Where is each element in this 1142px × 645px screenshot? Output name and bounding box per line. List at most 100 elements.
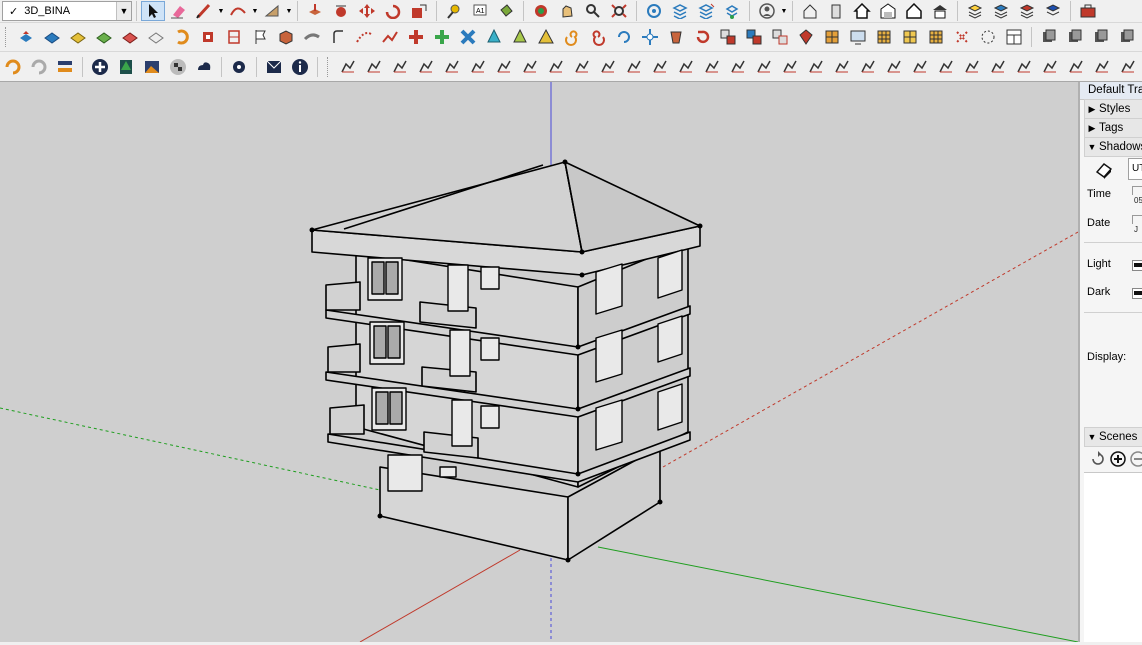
arrows-exchange-icon[interactable] — [52, 54, 78, 80]
curve-red-icon[interactable] — [351, 24, 377, 50]
zoom-extents-icon[interactable] — [606, 1, 632, 21]
timezone-select[interactable]: UTC — [1128, 158, 1142, 180]
cube-wire-icon[interactable] — [517, 54, 543, 80]
clone-icon[interactable] — [1114, 24, 1140, 50]
zoom-tool-icon[interactable] — [580, 1, 606, 21]
plane-cut-icon[interactable] — [1037, 54, 1063, 80]
time-slider[interactable] — [1132, 186, 1142, 195]
sheet-icon[interactable] — [829, 54, 855, 80]
cube-solid-icon[interactable] — [543, 54, 569, 80]
crosshair-icon[interactable] — [637, 24, 663, 50]
panel-styles-header[interactable]: ▶ Styles — [1084, 99, 1142, 119]
extension-warehouse-icon[interactable] — [693, 1, 719, 21]
flag-icon[interactable] — [247, 24, 273, 50]
tree-icon[interactable] — [113, 54, 139, 80]
polyline-icon[interactable] — [335, 54, 361, 80]
extrude-icon[interactable] — [1063, 54, 1089, 80]
layer-stack-blue2-icon[interactable] — [1040, 1, 1066, 21]
scenes-list[interactable] — [1084, 472, 1142, 642]
cone-icon[interactable] — [481, 24, 507, 50]
warehouse-icon[interactable] — [641, 1, 667, 21]
grid-orange-icon[interactable] — [819, 24, 845, 50]
fillet-icon[interactable] — [439, 54, 465, 80]
spiral-red-icon[interactable] — [585, 24, 611, 50]
plus-green-icon[interactable] — [429, 24, 455, 50]
text-tool-icon[interactable]: A1 — [467, 1, 493, 21]
duplicate-icon[interactable] — [1088, 24, 1114, 50]
corner-icon[interactable] — [1115, 54, 1141, 80]
stair-icon[interactable] — [985, 54, 1011, 80]
lasso-icon[interactable] — [975, 24, 1001, 50]
layer-stack-icon[interactable] — [962, 1, 988, 21]
dark-slider[interactable] — [1132, 288, 1142, 299]
green-plane-icon[interactable] — [91, 24, 117, 50]
garage-icon[interactable] — [875, 1, 901, 21]
date-slider[interactable] — [1132, 215, 1142, 224]
trim-icon[interactable] — [413, 54, 439, 80]
dropdown-arrow-icon[interactable]: ▼ — [251, 1, 259, 21]
wedge-icon[interactable] — [595, 54, 621, 80]
grid-gold-icon[interactable] — [923, 24, 949, 50]
select-tool-icon[interactable] — [141, 1, 165, 21]
dropdown-arrow-icon[interactable]: ▼ — [217, 1, 225, 21]
column-icon[interactable] — [777, 54, 803, 80]
yellow-plane-icon[interactable] — [65, 24, 91, 50]
terrain-icon[interactable] — [139, 54, 165, 80]
remove-scene-icon[interactable] — [1130, 451, 1142, 467]
component-stack-icon[interactable] — [767, 24, 793, 50]
arc-tool-icon[interactable] — [225, 1, 251, 21]
x-blue-icon[interactable] — [455, 24, 481, 50]
offset-icon[interactable] — [387, 54, 413, 80]
ramp-icon[interactable] — [673, 54, 699, 80]
arch-icon[interactable] — [725, 54, 751, 80]
explode-icon[interactable] — [949, 24, 975, 50]
extend-icon[interactable] — [491, 54, 517, 80]
hand-icon[interactable] — [803, 54, 829, 80]
add-scene-icon[interactable] — [1110, 451, 1126, 467]
settings-gear-icon[interactable] — [226, 54, 252, 80]
cloud-upload-icon[interactable] — [191, 54, 217, 80]
fan-icon[interactable] — [907, 54, 933, 80]
extension-manager-icon[interactable] — [719, 1, 745, 21]
component-group-icon[interactable] — [741, 24, 767, 50]
toolbar-grip[interactable] — [327, 56, 332, 77]
layer-select[interactable]: ✓ 3D_BINA ▼ — [2, 1, 132, 21]
dropdown-arrow-icon[interactable]: ▼ — [780, 1, 788, 21]
frame-icon[interactable] — [221, 24, 247, 50]
follow-me-icon[interactable] — [328, 1, 354, 21]
bucket-icon[interactable] — [663, 24, 689, 50]
orange-refresh-icon[interactable] — [0, 54, 26, 80]
bezier-icon[interactable] — [361, 54, 387, 80]
refresh-icon[interactable] — [1090, 451, 1106, 467]
layer-stack-red-icon[interactable] — [1014, 1, 1040, 21]
account-icon[interactable] — [754, 1, 780, 21]
roof-icon[interactable] — [927, 1, 953, 21]
slope-icon[interactable] — [647, 54, 673, 80]
push-pull-icon[interactable] — [302, 1, 328, 21]
house-outline-icon[interactable] — [797, 1, 823, 21]
rotate-arrow-icon[interactable] — [611, 24, 637, 50]
component-swap-icon[interactable] — [715, 24, 741, 50]
pipe-icon[interactable] — [299, 24, 325, 50]
fan2-icon[interactable] — [933, 54, 959, 80]
dropdown-arrow-icon[interactable]: ▼ — [285, 1, 293, 21]
red-plane-icon[interactable] — [117, 24, 143, 50]
box2-icon[interactable] — [1089, 54, 1115, 80]
toolbox-icon[interactable] — [1075, 1, 1101, 21]
copy-icon[interactable] — [1036, 24, 1062, 50]
undo-red-icon[interactable] — [689, 24, 715, 50]
scale-tool-icon[interactable] — [406, 1, 432, 21]
layers-icon[interactable] — [855, 54, 881, 80]
eraser-tool-icon[interactable] — [165, 1, 191, 21]
rotate-tool-icon[interactable] — [380, 1, 406, 21]
grid-tan-icon[interactable] — [871, 24, 897, 50]
panel-shadows-header[interactable]: ▼ Shadows — [1084, 137, 1142, 157]
pan-tool-icon[interactable] — [554, 1, 580, 21]
box-icon[interactable] — [273, 24, 299, 50]
angle-icon[interactable] — [621, 54, 647, 80]
door-icon[interactable] — [823, 1, 849, 21]
blade-icon[interactable] — [881, 54, 907, 80]
layer-stack-blue-icon[interactable] — [988, 1, 1014, 21]
chevron-down-icon[interactable]: ▼ — [116, 2, 131, 20]
monitor-icon[interactable] — [845, 24, 871, 50]
